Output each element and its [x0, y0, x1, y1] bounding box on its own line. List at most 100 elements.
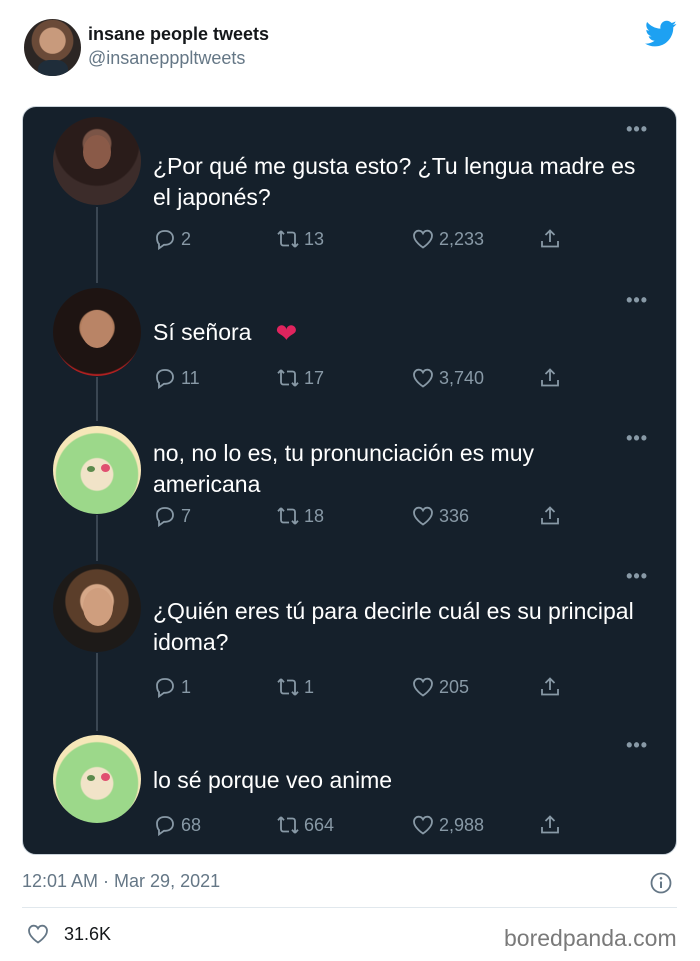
retweet-count: 13	[304, 228, 325, 249]
share-icon	[541, 677, 559, 696]
like-icon	[413, 368, 433, 388]
display-name[interactable]: insane people tweets	[88, 24, 269, 45]
like-count: 205	[439, 676, 470, 697]
tweet-text: lo sé porque veo anime	[153, 765, 643, 796]
retweet-count: 18	[304, 505, 325, 526]
like-count: 3,740	[439, 367, 485, 388]
tweet-text: ¿Por qué me gusta esto? ¿Tu lengua madre…	[153, 151, 643, 213]
tweet-text-content: no, no lo es, tu pronunciación es muy am…	[153, 440, 535, 497]
share-button[interactable]	[538, 674, 566, 700]
avatar-eye	[87, 466, 95, 472]
retweet-icon	[277, 816, 299, 834]
share-icon	[541, 368, 559, 387]
reply-button[interactable]: 7	[153, 503, 191, 529]
like-count: 31.6K	[64, 923, 112, 944]
retweet-count: 17	[304, 367, 325, 388]
divider	[22, 907, 677, 908]
avatar[interactable]	[53, 564, 141, 652]
thread-connector	[96, 515, 98, 561]
reply-button[interactable]: 11	[153, 365, 200, 391]
thread-connector	[96, 377, 98, 421]
more-icon[interactable]: •••	[626, 119, 648, 140]
retweet-icon	[277, 230, 299, 248]
avatar[interactable]	[53, 117, 141, 205]
share-button[interactable]	[538, 226, 566, 252]
reply-icon	[156, 230, 174, 251]
thread-screenshot: ••• ¿Por qué me gusta esto? ¿Tu lengua m…	[22, 106, 677, 855]
reply-icon	[156, 369, 174, 390]
retweet-button[interactable]: 13	[276, 226, 324, 252]
share-icon	[541, 815, 559, 834]
like-button[interactable]: 2,233	[411, 226, 484, 252]
reply-button[interactable]: 1	[153, 674, 191, 700]
tweet-header: insane people tweets @insanepppltweets	[0, 0, 700, 100]
avatar[interactable]	[53, 426, 141, 514]
more-icon[interactable]: •••	[626, 566, 648, 587]
retweet-button[interactable]: 17	[276, 365, 324, 391]
like-icon	[413, 506, 433, 526]
avatar-eye	[87, 775, 95, 781]
retweet-count: 664	[304, 814, 335, 835]
heart-icon: ❤	[275, 318, 298, 348]
like-count: 2,988	[439, 814, 485, 835]
reply-icon	[156, 816, 174, 837]
share-button[interactable]	[538, 365, 566, 391]
share-button[interactable]	[538, 503, 566, 529]
tweet-actions: 2 13 2,233	[153, 226, 573, 252]
share-icon	[541, 506, 559, 525]
twitter-bird-icon[interactable]	[645, 20, 677, 48]
like-icon	[413, 815, 433, 835]
reply-button[interactable]: 2	[153, 226, 191, 252]
avatar[interactable]	[53, 735, 141, 823]
more-icon[interactable]: •••	[626, 735, 648, 756]
like-button[interactable]: 205	[411, 674, 469, 700]
thread-connector	[96, 653, 98, 731]
retweet-icon	[277, 678, 299, 696]
tweet-text-content: lo sé porque veo anime	[153, 767, 393, 793]
retweet-icon	[277, 369, 299, 387]
avatar[interactable]	[53, 288, 141, 376]
tweet-text-content: ¿Quién eres tú para decirle cuál es su p…	[153, 598, 634, 655]
heart-icon	[28, 924, 48, 944]
reply-count: 11	[181, 367, 200, 388]
more-icon[interactable]: •••	[626, 290, 648, 311]
reply-icon	[156, 678, 174, 699]
avatar-face	[83, 588, 113, 626]
tweet-actions: 68 664 2,988	[153, 812, 573, 838]
reply-icon	[156, 507, 174, 528]
like-button[interactable]: 336	[411, 503, 469, 529]
like-icon	[413, 229, 433, 249]
like-count: 2,233	[439, 228, 485, 249]
info-icon[interactable]	[649, 871, 673, 895]
share-button[interactable]	[538, 812, 566, 838]
reply-count: 68	[181, 814, 202, 835]
retweet-button[interactable]: 18	[276, 503, 324, 529]
reply-button[interactable]: 68	[153, 812, 201, 838]
retweet-icon	[277, 507, 299, 525]
retweet-button[interactable]: 1	[276, 674, 314, 700]
like-button[interactable]: 3,740	[411, 365, 484, 391]
reply-count: 1	[181, 676, 192, 697]
tweet-text-content: Sí señora	[153, 319, 252, 345]
watermark: boredpanda.com	[504, 925, 677, 951]
avatar-face	[81, 310, 113, 348]
tweet-text-content: ¿Por qué me gusta esto? ¿Tu lengua madre…	[153, 153, 636, 210]
tweet-timestamp[interactable]: 12:01 AM · Mar 29, 2021	[22, 871, 220, 892]
avatar[interactable]	[24, 19, 81, 76]
reply-count: 2	[181, 228, 192, 249]
tweet-actions: 11 17 3,740	[153, 365, 573, 391]
tweet-text: no, no lo es, tu pronunciación es muy am…	[153, 438, 643, 500]
like-button[interactable]: 2,988	[411, 812, 484, 838]
like-button[interactable]: 31.6K	[26, 922, 111, 946]
retweet-button[interactable]: 664	[276, 812, 334, 838]
like-icon	[413, 677, 433, 697]
like-count: 336	[439, 505, 470, 526]
avatar-face	[83, 135, 111, 169]
avatar-eye	[101, 464, 110, 472]
reply-count: 7	[181, 505, 192, 526]
retweet-count: 1	[304, 676, 315, 697]
tweet-actions: 7 18 336	[153, 503, 573, 529]
user-handle[interactable]: @insanepppltweets	[88, 48, 245, 69]
thread-connector	[96, 207, 98, 283]
tweet-actions: 1 1 205	[153, 674, 573, 700]
